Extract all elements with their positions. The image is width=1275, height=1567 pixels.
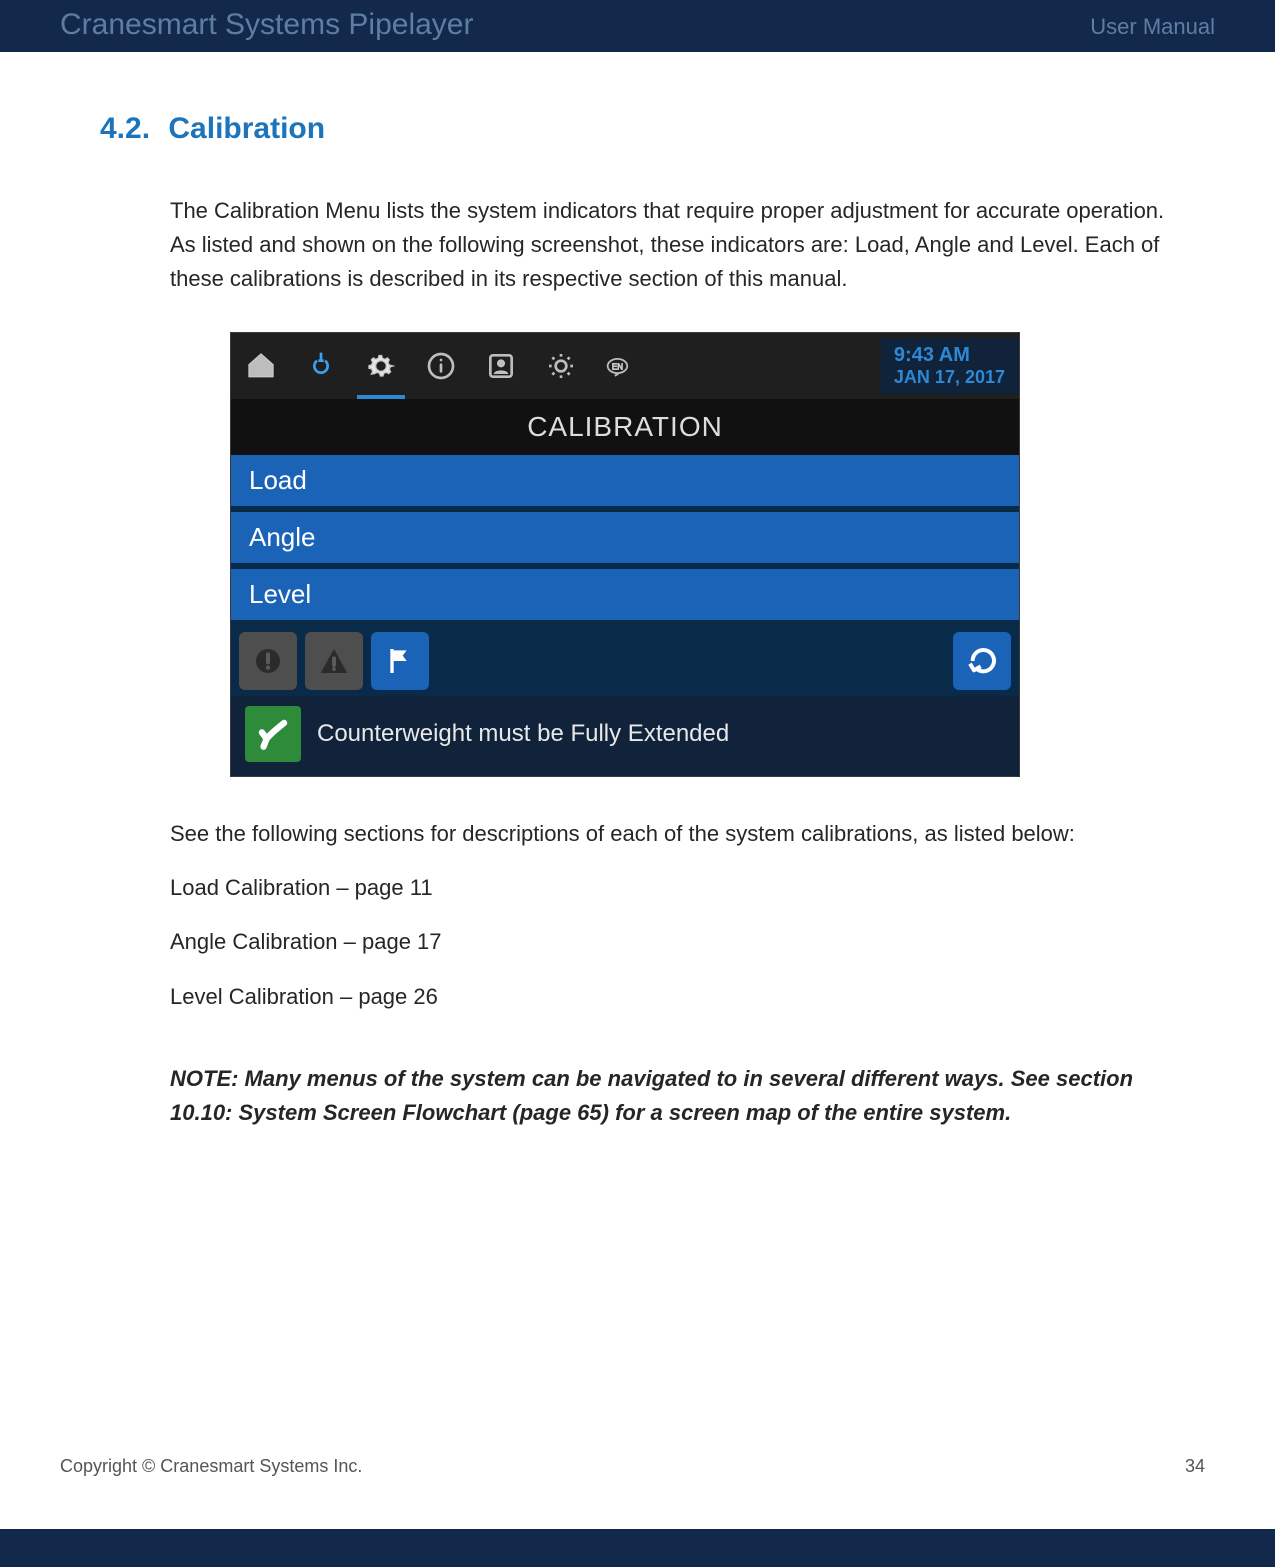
ref-level: Level Calibration – page 26 — [170, 980, 1175, 1014]
svg-text:EN: EN — [612, 363, 623, 372]
brightness-icon[interactable] — [531, 333, 591, 399]
section-number: 4.2. — [100, 112, 150, 145]
home-icon[interactable] — [231, 333, 291, 399]
warning-triangle-icon[interactable] — [305, 632, 363, 690]
menu-item-level[interactable]: Level — [231, 569, 1019, 620]
page-header: Cranesmart Systems Pipelayer User Manual — [0, 0, 1275, 52]
section-title: Calibration — [168, 112, 325, 145]
load-icon[interactable] — [291, 333, 351, 399]
menu-item-load[interactable]: Load — [231, 455, 1019, 506]
language-icon[interactable]: EN — [591, 333, 651, 399]
clock-date: JAN 17, 2017 — [894, 367, 1005, 388]
menu-item-angle[interactable]: Angle — [231, 512, 1019, 563]
body-text-block-2: See the following sections for descripti… — [170, 817, 1175, 1130]
status-text: Counterweight must be Fully Extended — [317, 720, 729, 748]
calibration-menu-list: Load Angle Level — [231, 455, 1019, 620]
body-text-block: The Calibration Menu lists the system in… — [170, 194, 1175, 296]
device-screenshot: EN 9:43 AM JAN 17, 2017 CALIBRATION Load… — [230, 332, 1020, 777]
page-content: 4.2. Calibration The Calibration Menu li… — [0, 52, 1275, 1130]
copyright-text: Copyright © Cranesmart Systems Inc. — [60, 1456, 362, 1477]
device-screen-title: CALIBRATION — [231, 399, 1019, 455]
device-clock: 9:43 AM JAN 17, 2017 — [880, 338, 1019, 394]
settings-gear-icon[interactable] — [351, 333, 411, 399]
product-title: Cranesmart Systems Pipelayer — [60, 8, 473, 42]
device-tab-bar: EN 9:43 AM JAN 17, 2017 — [231, 333, 1019, 399]
status-ok-icon — [245, 706, 301, 762]
alert-circle-icon[interactable] — [239, 632, 297, 690]
user-icon[interactable] — [471, 333, 531, 399]
info-icon[interactable] — [411, 333, 471, 399]
page-bottom-bar — [0, 1529, 1275, 1567]
ref-load: Load Calibration – page 11 — [170, 871, 1175, 905]
section-heading: 4.2. Calibration — [100, 112, 1175, 146]
page-number: 34 — [1185, 1456, 1205, 1477]
clock-time: 9:43 AM — [894, 344, 1005, 367]
note-paragraph: NOTE: Many menus of the system can be na… — [170, 1062, 1175, 1130]
after-paragraph: See the following sections for descripti… — [170, 817, 1175, 851]
doc-type: User Manual — [1090, 14, 1215, 40]
ref-angle: Angle Calibration – page 17 — [170, 925, 1175, 959]
flag-icon[interactable] — [371, 632, 429, 690]
back-icon[interactable] — [953, 632, 1011, 690]
device-status-bar: Counterweight must be Fully Extended — [231, 696, 1019, 776]
intro-paragraph: The Calibration Menu lists the system in… — [170, 194, 1175, 296]
device-button-row — [231, 626, 1019, 696]
page-footer: Copyright © Cranesmart Systems Inc. 34 — [60, 1456, 1205, 1477]
